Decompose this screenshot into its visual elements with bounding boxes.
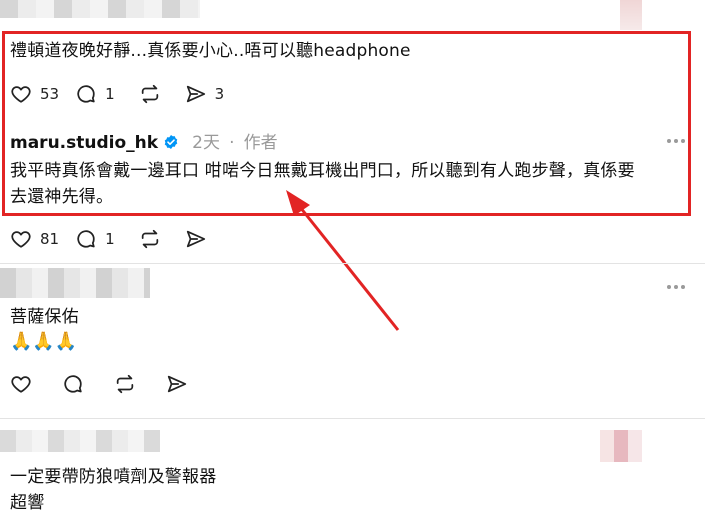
comment-text: 一定要帶防狼噴劑及警報器 xyxy=(10,467,217,487)
repost-button[interactable] xyxy=(114,373,136,395)
comment-actions xyxy=(10,371,204,397)
share-icon xyxy=(167,375,187,393)
share-button[interactable] xyxy=(185,228,207,250)
like-button[interactable]: 81 xyxy=(10,228,59,250)
like-count: 81 xyxy=(40,230,60,248)
share-icon xyxy=(186,230,205,248)
blurred-username-top xyxy=(0,0,200,18)
blurred-avatar-top xyxy=(620,0,642,30)
arrow-annotation xyxy=(286,190,400,331)
blurred-username xyxy=(0,268,150,298)
like-button[interactable] xyxy=(10,373,32,395)
comment-text: 菩薩保佑 xyxy=(10,307,79,327)
comment-icon xyxy=(64,375,82,393)
more-button[interactable] xyxy=(667,285,685,289)
comment-count: 1 xyxy=(105,230,115,248)
repost-icon xyxy=(141,229,158,249)
heart-icon xyxy=(11,376,31,393)
divider xyxy=(0,263,705,264)
more-icon xyxy=(667,285,671,289)
comment-text-line2: 超響 xyxy=(10,493,45,513)
comment-emoji: 🙏🙏🙏 xyxy=(10,331,78,352)
heart-icon xyxy=(11,231,31,248)
comment-button[interactable] xyxy=(62,373,84,395)
share-button[interactable] xyxy=(166,373,188,395)
blurred-username xyxy=(0,430,160,452)
author-reply-actions: 81 1 xyxy=(10,226,223,252)
comment-button[interactable]: 1 xyxy=(75,228,115,250)
comment-icon xyxy=(77,230,95,248)
repost-icon xyxy=(116,374,134,394)
repost-button[interactable] xyxy=(139,228,161,250)
divider xyxy=(0,418,705,419)
blurred-avatar xyxy=(600,430,642,462)
